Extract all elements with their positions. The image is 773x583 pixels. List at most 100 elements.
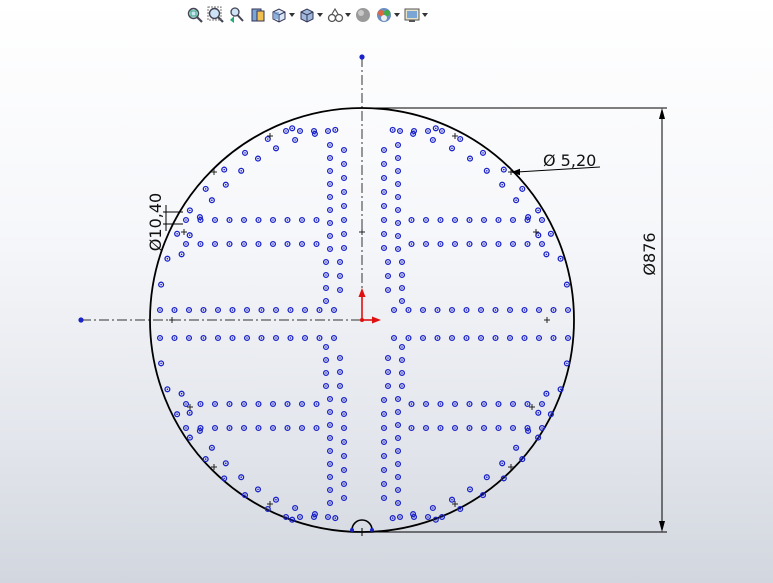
hole-center [286, 219, 289, 221]
hole-center [512, 219, 514, 221]
notch-endpoint-left[interactable] [350, 528, 354, 532]
hole-center [286, 243, 289, 245]
notch-endpoint-right[interactable] [370, 528, 374, 532]
hole-center [285, 130, 287, 132]
hole-center [401, 261, 403, 263]
hole-center [343, 205, 345, 207]
hole-center [503, 477, 505, 480]
hole-center [538, 309, 540, 311]
construction-point-mark [181, 229, 187, 235]
hole-center [294, 507, 296, 509]
hole-center [469, 488, 471, 491]
hole-center [393, 337, 395, 339]
hole-center [383, 497, 385, 499]
hole-center [333, 309, 335, 311]
spacing-dimension-label[interactable]: Ø10,40 [146, 193, 165, 251]
construction-point-mark [267, 133, 273, 139]
hole-center [387, 385, 389, 387]
outer-diameter-label[interactable]: Ø876 [640, 232, 659, 275]
hole-center [482, 152, 484, 154]
hole-center [552, 337, 555, 339]
hole-center [228, 243, 231, 245]
hole-center [468, 403, 471, 405]
hole-center [325, 287, 327, 289]
hole-center [257, 488, 259, 491]
hole-center [397, 209, 399, 211]
hole-pattern[interactable] [156, 125, 572, 523]
hole-center [275, 498, 277, 501]
hole-center [407, 309, 410, 311]
hole-center [383, 191, 385, 193]
origin-triad [358, 288, 381, 324]
hole-center [383, 149, 385, 151]
hole-center [173, 309, 176, 311]
hole-center [315, 219, 318, 221]
hole-center [325, 385, 327, 387]
hole-center [339, 357, 341, 359]
hole-center [401, 274, 403, 276]
hole-center [188, 337, 190, 339]
centerline-endpoint-left[interactable] [78, 317, 84, 323]
hole-center [176, 233, 178, 235]
hole-center [552, 309, 555, 311]
hole-center [483, 427, 485, 429]
hole-center [343, 441, 345, 443]
hole-center [315, 243, 318, 245]
hole-center [383, 219, 385, 221]
hole-center [334, 517, 337, 519]
hole-center [180, 253, 183, 256]
hole-center [329, 463, 331, 465]
hole-center [286, 427, 289, 429]
hole-center [339, 275, 341, 277]
hole-center [483, 403, 485, 405]
hole-center [334, 129, 337, 131]
hole-center [314, 133, 316, 135]
hole-center [329, 196, 331, 198]
hole-center [343, 497, 345, 499]
hole-center [441, 130, 443, 132]
hole-center [244, 494, 246, 496]
hole-center [243, 219, 245, 221]
hole-center [291, 518, 294, 521]
hole-center [339, 371, 341, 373]
construction-point-mark [452, 133, 458, 139]
hole-center [343, 413, 345, 415]
hole-center [329, 235, 331, 237]
dimension-arrow-bottom [659, 521, 665, 532]
hole-center [497, 243, 500, 245]
hole-center [333, 337, 335, 339]
hole-center [401, 385, 403, 387]
hole-center [299, 516, 301, 518]
hole-center [541, 219, 543, 221]
hole-center [482, 494, 484, 496]
hole-center [173, 337, 176, 339]
hole-center [343, 177, 345, 179]
hole-center [267, 508, 269, 510]
hole-center [343, 247, 345, 249]
hole-center [541, 403, 543, 405]
sketch-canvas[interactable]: Ø876 Ø 5,20 Ø10,40 [0, 0, 773, 583]
hole-center [343, 469, 345, 471]
spacing-dimension[interactable] [163, 205, 183, 231]
hole-center [397, 424, 399, 426]
hole-center [325, 359, 327, 361]
centerline-endpoint-top[interactable] [359, 54, 365, 60]
hole-center [383, 441, 385, 443]
hole-center [397, 398, 399, 400]
hole-center [512, 427, 514, 429]
construction-point-mark [544, 317, 550, 323]
hole-center [436, 309, 439, 311]
hole-center [166, 257, 169, 260]
hole-center [189, 436, 191, 439]
hole-center [523, 337, 526, 339]
hole-center [315, 427, 318, 429]
hole-center [272, 243, 274, 245]
hole-center [451, 309, 453, 311]
hole-center [501, 462, 504, 465]
hole-diameter-label[interactable]: Ø 5,20 [543, 151, 596, 170]
hole-center [397, 450, 399, 452]
hole-center [399, 516, 401, 518]
hole-center [436, 337, 439, 339]
notch-center-mark [358, 528, 366, 536]
hole-center [199, 243, 202, 245]
